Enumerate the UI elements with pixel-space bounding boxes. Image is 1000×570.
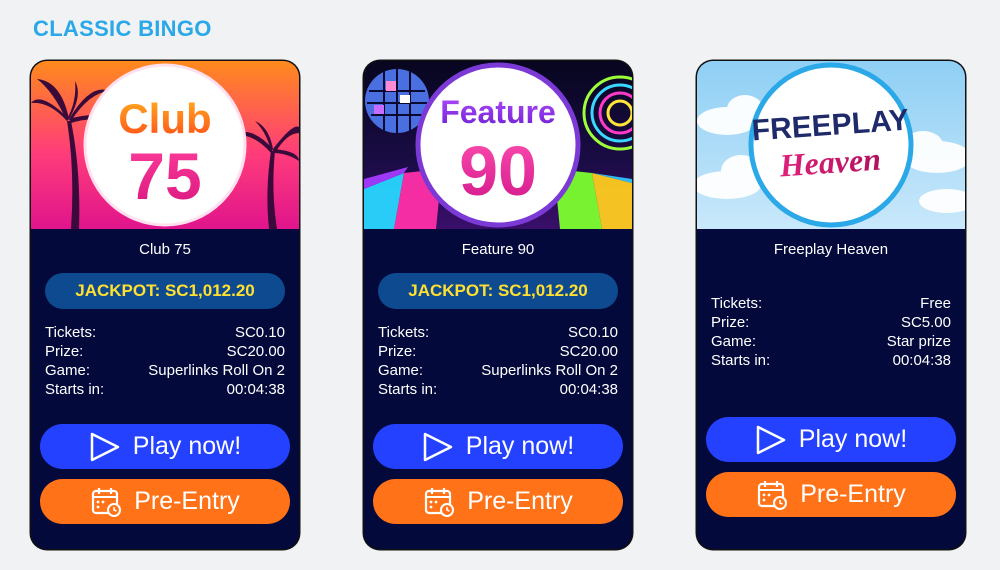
- detail-value: SC20.00: [559, 343, 618, 360]
- detail-value: Star prize: [886, 333, 951, 350]
- play-now-label: Play now!: [465, 432, 575, 460]
- detail-value: Free: [920, 295, 951, 312]
- game-name: Feature 90: [461, 241, 535, 258]
- game-banner[interactable]: Club 75: [31, 61, 299, 229]
- game-details: Tickets: SC0.10 Prize: SC20.00 Game: Superl…: [45, 323, 285, 399]
- detail-label: Game:: [45, 362, 91, 379]
- play-now-label: Play now!: [798, 425, 908, 453]
- detail-row-starts-in: Starts in: 00:04:38: [378, 380, 618, 399]
- detail-row-prize: Prize: SC20.00: [45, 342, 285, 361]
- pre-entry-button[interactable]: Pre-Entry: [40, 479, 290, 524]
- play-now-label: Play now!: [132, 432, 242, 460]
- detail-label: Starts in:: [711, 352, 771, 369]
- pre-entry-label: Pre-Entry: [800, 480, 906, 508]
- detail-value: Superlinks Roll On 2: [481, 362, 618, 379]
- pre-entry-button[interactable]: Pre-Entry: [373, 479, 623, 524]
- detail-value: SC0.10: [234, 324, 285, 341]
- detail-label: Tickets:: [45, 324, 97, 341]
- detail-row-starts-in: Starts in: 00:04:38: [711, 351, 951, 370]
- detail-row-prize: Prize: SC20.00: [378, 342, 618, 361]
- calendar-clock-icon: [423, 486, 455, 518]
- detail-row-game: Game: Superlinks Roll On 2: [378, 361, 618, 380]
- pre-entry-label: Pre-Entry: [134, 487, 240, 515]
- logo-line2: 75: [128, 139, 201, 213]
- pre-entry-label: Pre-Entry: [467, 487, 573, 515]
- detail-row-tickets: Tickets: SC0.10: [378, 323, 618, 342]
- detail-label: Game:: [378, 362, 424, 379]
- logo-line2: Heaven: [777, 141, 882, 184]
- game-card-club-75[interactable]: Club 75 Club 75 JACKPOT: SC1,012.20 Tick…: [31, 61, 299, 549]
- detail-label: Prize:: [45, 343, 84, 360]
- detail-row-tickets: Tickets: Free: [711, 294, 951, 313]
- game-banner[interactable]: Feature 90: [364, 61, 632, 229]
- detail-row-game: Game: Superlinks Roll On 2: [45, 361, 285, 380]
- game-card-freeplay-heaven[interactable]: FREEPLAY Heaven Freeplay Heaven Tickets:…: [697, 61, 965, 549]
- play-now-button[interactable]: Play now!: [40, 424, 290, 469]
- detail-label: Game:: [711, 333, 757, 350]
- logo-line1: Feature: [440, 94, 556, 130]
- play-now-button[interactable]: Play now!: [706, 417, 956, 462]
- calendar-clock-icon: [90, 486, 122, 518]
- play-now-button[interactable]: Play now!: [373, 424, 623, 469]
- game-details: Tickets: SC0.10 Prize: SC20.00 Game: Superl…: [378, 323, 618, 399]
- play-icon: [422, 432, 454, 462]
- detail-value: SC5.00: [900, 314, 951, 331]
- detail-row-game: Game: Star prize: [711, 332, 951, 351]
- pre-entry-button[interactable]: Pre-Entry: [706, 472, 956, 517]
- detail-label: Prize:: [711, 314, 750, 331]
- game-details: Tickets: Free Prize: SC5.00 Game: Star priz…: [711, 294, 951, 370]
- game-banner[interactable]: FREEPLAY Heaven: [697, 61, 965, 229]
- detail-row-prize: Prize: SC5.00: [711, 313, 951, 332]
- detail-label: Tickets:: [711, 295, 763, 312]
- play-icon: [89, 432, 121, 462]
- play-icon: [755, 425, 787, 455]
- calendar-clock-icon: [756, 479, 788, 511]
- detail-label: Starts in:: [378, 381, 438, 398]
- logo-line2: 90: [459, 132, 537, 210]
- detail-value: 00:04:38: [226, 381, 285, 398]
- detail-value: SC20.00: [226, 343, 285, 360]
- game-name: Club 75: [139, 241, 191, 258]
- detail-label: Prize:: [378, 343, 417, 360]
- detail-row-tickets: Tickets: SC0.10: [45, 323, 285, 342]
- game-name: Freeplay Heaven: [773, 241, 889, 258]
- detail-row-starts-in: Starts in: 00:04:38: [45, 380, 285, 399]
- section-title: CLASSIC BINGO: [33, 16, 212, 41]
- game-card-feature-90[interactable]: Feature 90 Feature 90 JACKPOT: SC1,012.2…: [364, 61, 632, 549]
- detail-value: Superlinks Roll On 2: [148, 362, 285, 379]
- jackpot-badge: JACKPOT: SC1,012.20: [45, 273, 285, 309]
- jackpot-badge: JACKPOT: SC1,012.20: [378, 273, 618, 309]
- logo-line1: Club: [118, 95, 211, 142]
- detail-label: Tickets:: [378, 324, 430, 341]
- detail-value: 00:04:38: [892, 352, 951, 369]
- detail-value: 00:04:38: [559, 381, 618, 398]
- detail-value: SC0.10: [567, 324, 618, 341]
- detail-label: Starts in:: [45, 381, 105, 398]
